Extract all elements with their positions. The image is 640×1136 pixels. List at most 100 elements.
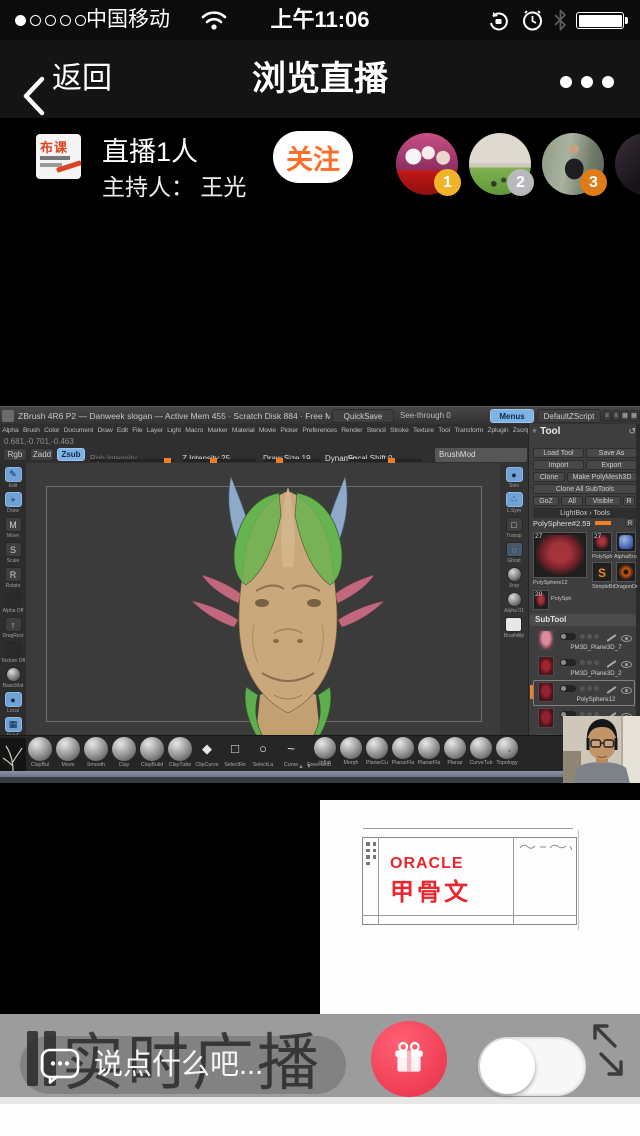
viewer-avatar[interactable]: 3	[542, 133, 604, 195]
table-side-marks	[366, 842, 376, 865]
right-shelf-button: Alpha 01	[504, 592, 524, 614]
dynamic-label: Dynamic	[325, 448, 345, 461]
brush-label: Topology	[496, 760, 517, 766]
menu-item: Color	[42, 425, 62, 437]
tool-button-row: Load Tool Save As	[533, 448, 637, 458]
brush-thumbnail: Move	[54, 737, 82, 768]
shelf-label: Texture Off	[1, 658, 25, 664]
menu-item: Layer	[145, 425, 165, 437]
shelf-icon: ◌	[506, 542, 523, 557]
brush-sphere-icon	[444, 737, 466, 759]
viewer-avatar[interactable]: 2	[469, 133, 531, 195]
presenter-webcam	[563, 716, 640, 783]
make-polymesh3d-button: Make PolyMesh3D	[567, 472, 637, 482]
fullscreen-expand-icon[interactable]	[585, 1018, 631, 1082]
shelf-icon: M	[5, 517, 22, 532]
zadd-button: Zadd	[30, 448, 54, 461]
camera-toggle-switch[interactable]	[478, 1037, 586, 1096]
menu-item: Material	[230, 425, 257, 437]
host-name-label: 主持人： 王光	[102, 168, 246, 202]
menu-item: Draw	[95, 425, 114, 437]
subtool-toggle	[560, 633, 576, 640]
eye-visibility-icon	[621, 661, 632, 668]
brush-sphere-icon	[84, 737, 108, 761]
tool-picker-icon: ⌖	[532, 426, 537, 436]
shelf-label: Alpha Off	[3, 608, 24, 614]
active-tool-thumbnail: 27	[533, 532, 587, 578]
chat-bubble-icon	[40, 1048, 80, 1084]
subtool-thumbnail	[538, 682, 554, 702]
import-button: Import	[533, 460, 584, 470]
page-edge-line	[578, 830, 579, 930]
brush-thumbnail: Morph	[338, 737, 364, 766]
gift-button[interactable]	[371, 1021, 447, 1097]
z-intensity-slider: Z Intensity 25	[182, 448, 256, 461]
visible-button: Visible	[585, 496, 621, 506]
stroke-tool-label: SelectLa	[253, 762, 274, 768]
brush-thumbnail: Topology	[494, 737, 520, 766]
current-tool-label: PolySphere#2.59	[533, 519, 591, 528]
export-button: Export	[586, 460, 637, 470]
load-tool-button: Load Tool	[533, 448, 584, 458]
zbrush-menu-bar: AlphaBrushColorDocumentDrawEditFileLayer…	[0, 425, 528, 437]
left-shelf: ✎ Edit + Draw M Move S Scale	[0, 463, 26, 749]
shelf-label: BrushAlp	[504, 633, 524, 639]
host-avatar[interactable]: 布课	[36, 134, 81, 179]
zsub-button: Zsub	[57, 448, 85, 461]
more-menu-button[interactable]	[560, 76, 614, 88]
brush-thumbnail: PlanarCu	[364, 737, 390, 766]
tool-button-row: LightBox › Tools	[533, 508, 637, 518]
table-divider	[362, 915, 577, 916]
shelf-icon: R	[5, 567, 22, 582]
stroke-tool-label: Curve	[284, 762, 298, 768]
brush-sphere-icon	[56, 737, 80, 761]
toggle-knob[interactable]	[480, 1039, 535, 1094]
brush-thumbnail: ClayBuild	[138, 737, 166, 768]
screen: 中国移动 上午11:06 返回 浏览直播	[0, 0, 640, 1136]
alpha-preview-thumbnail	[0, 738, 26, 771]
brush-thumbnail: PlanarFla	[390, 737, 416, 766]
brush-label: PlanarCu	[366, 760, 388, 766]
left-shelf-button: ↑ DragRect	[2, 617, 23, 639]
screenshare-video-zbrush[interactable]: ZBrush 4R6 P2 — Danweek slogan — Active …	[0, 406, 640, 783]
stroke-tool-icon: ~	[287, 737, 295, 761]
shelf-icon: ●	[5, 692, 22, 707]
zbrush-title-bar: ZBrush 4R6 P2 — Danweek slogan — Active …	[0, 406, 640, 424]
menu-item: Tool	[436, 425, 452, 437]
viewer-avatar[interactable]: 1	[396, 133, 458, 195]
subtool-thumbnail	[538, 656, 554, 676]
brush-sphere-icon	[340, 737, 362, 759]
right-shelf-button: □ Transp	[506, 517, 523, 539]
tool-slider	[595, 521, 611, 525]
oracle-logo-en: ORACLE	[390, 855, 464, 873]
shelf-label: Alpha 01	[504, 608, 524, 614]
menu-item: Texture	[411, 425, 436, 437]
subtool-row: PM3D_Plane3D_7	[530, 628, 636, 654]
shelf-icon	[4, 592, 21, 607]
shelf-label: Transp	[506, 533, 521, 539]
brush-sphere-icon	[366, 737, 388, 759]
oracle-slide: ORACLE 甲骨文	[320, 800, 640, 1016]
focal-shift-slider: Focal Shift 0	[348, 448, 422, 461]
brush-label: Planar	[447, 760, 462, 766]
shelf-label: Local	[7, 708, 19, 714]
oracle-logo-cn: 甲骨文	[390, 872, 471, 907]
tool-thumbnail: 20	[533, 590, 549, 610]
bluetooth-icon	[553, 9, 568, 31]
page-background-strip	[0, 1104, 640, 1136]
defaultzscript-button: DefaultZScript	[537, 409, 601, 423]
brush-list-2: Inflat Morph PlanarCu PlanarFla	[312, 737, 520, 766]
brush-thumbnail: Clay	[110, 737, 138, 768]
stroke-tool-icon: ◆	[202, 737, 212, 761]
follow-button[interactable]: 关注	[273, 131, 353, 183]
sculpt-canvas	[26, 463, 500, 735]
current-tool-row: PolySphere#2.59 R	[533, 519, 637, 528]
brush-label: PlanarFla	[418, 760, 441, 766]
viewer-avatar[interactable]	[615, 133, 640, 195]
chat-input[interactable]	[92, 1038, 336, 1092]
status-bar: 中国移动 上午11:06	[0, 0, 640, 40]
viewer-avatars: 1 2 3	[396, 133, 640, 195]
right-shelf-button: ◌ Ghost	[506, 542, 523, 564]
window-buttons: ≡≡▦▦●−□×	[603, 410, 640, 421]
thumbnail-label: AlphaBru	[614, 554, 637, 560]
